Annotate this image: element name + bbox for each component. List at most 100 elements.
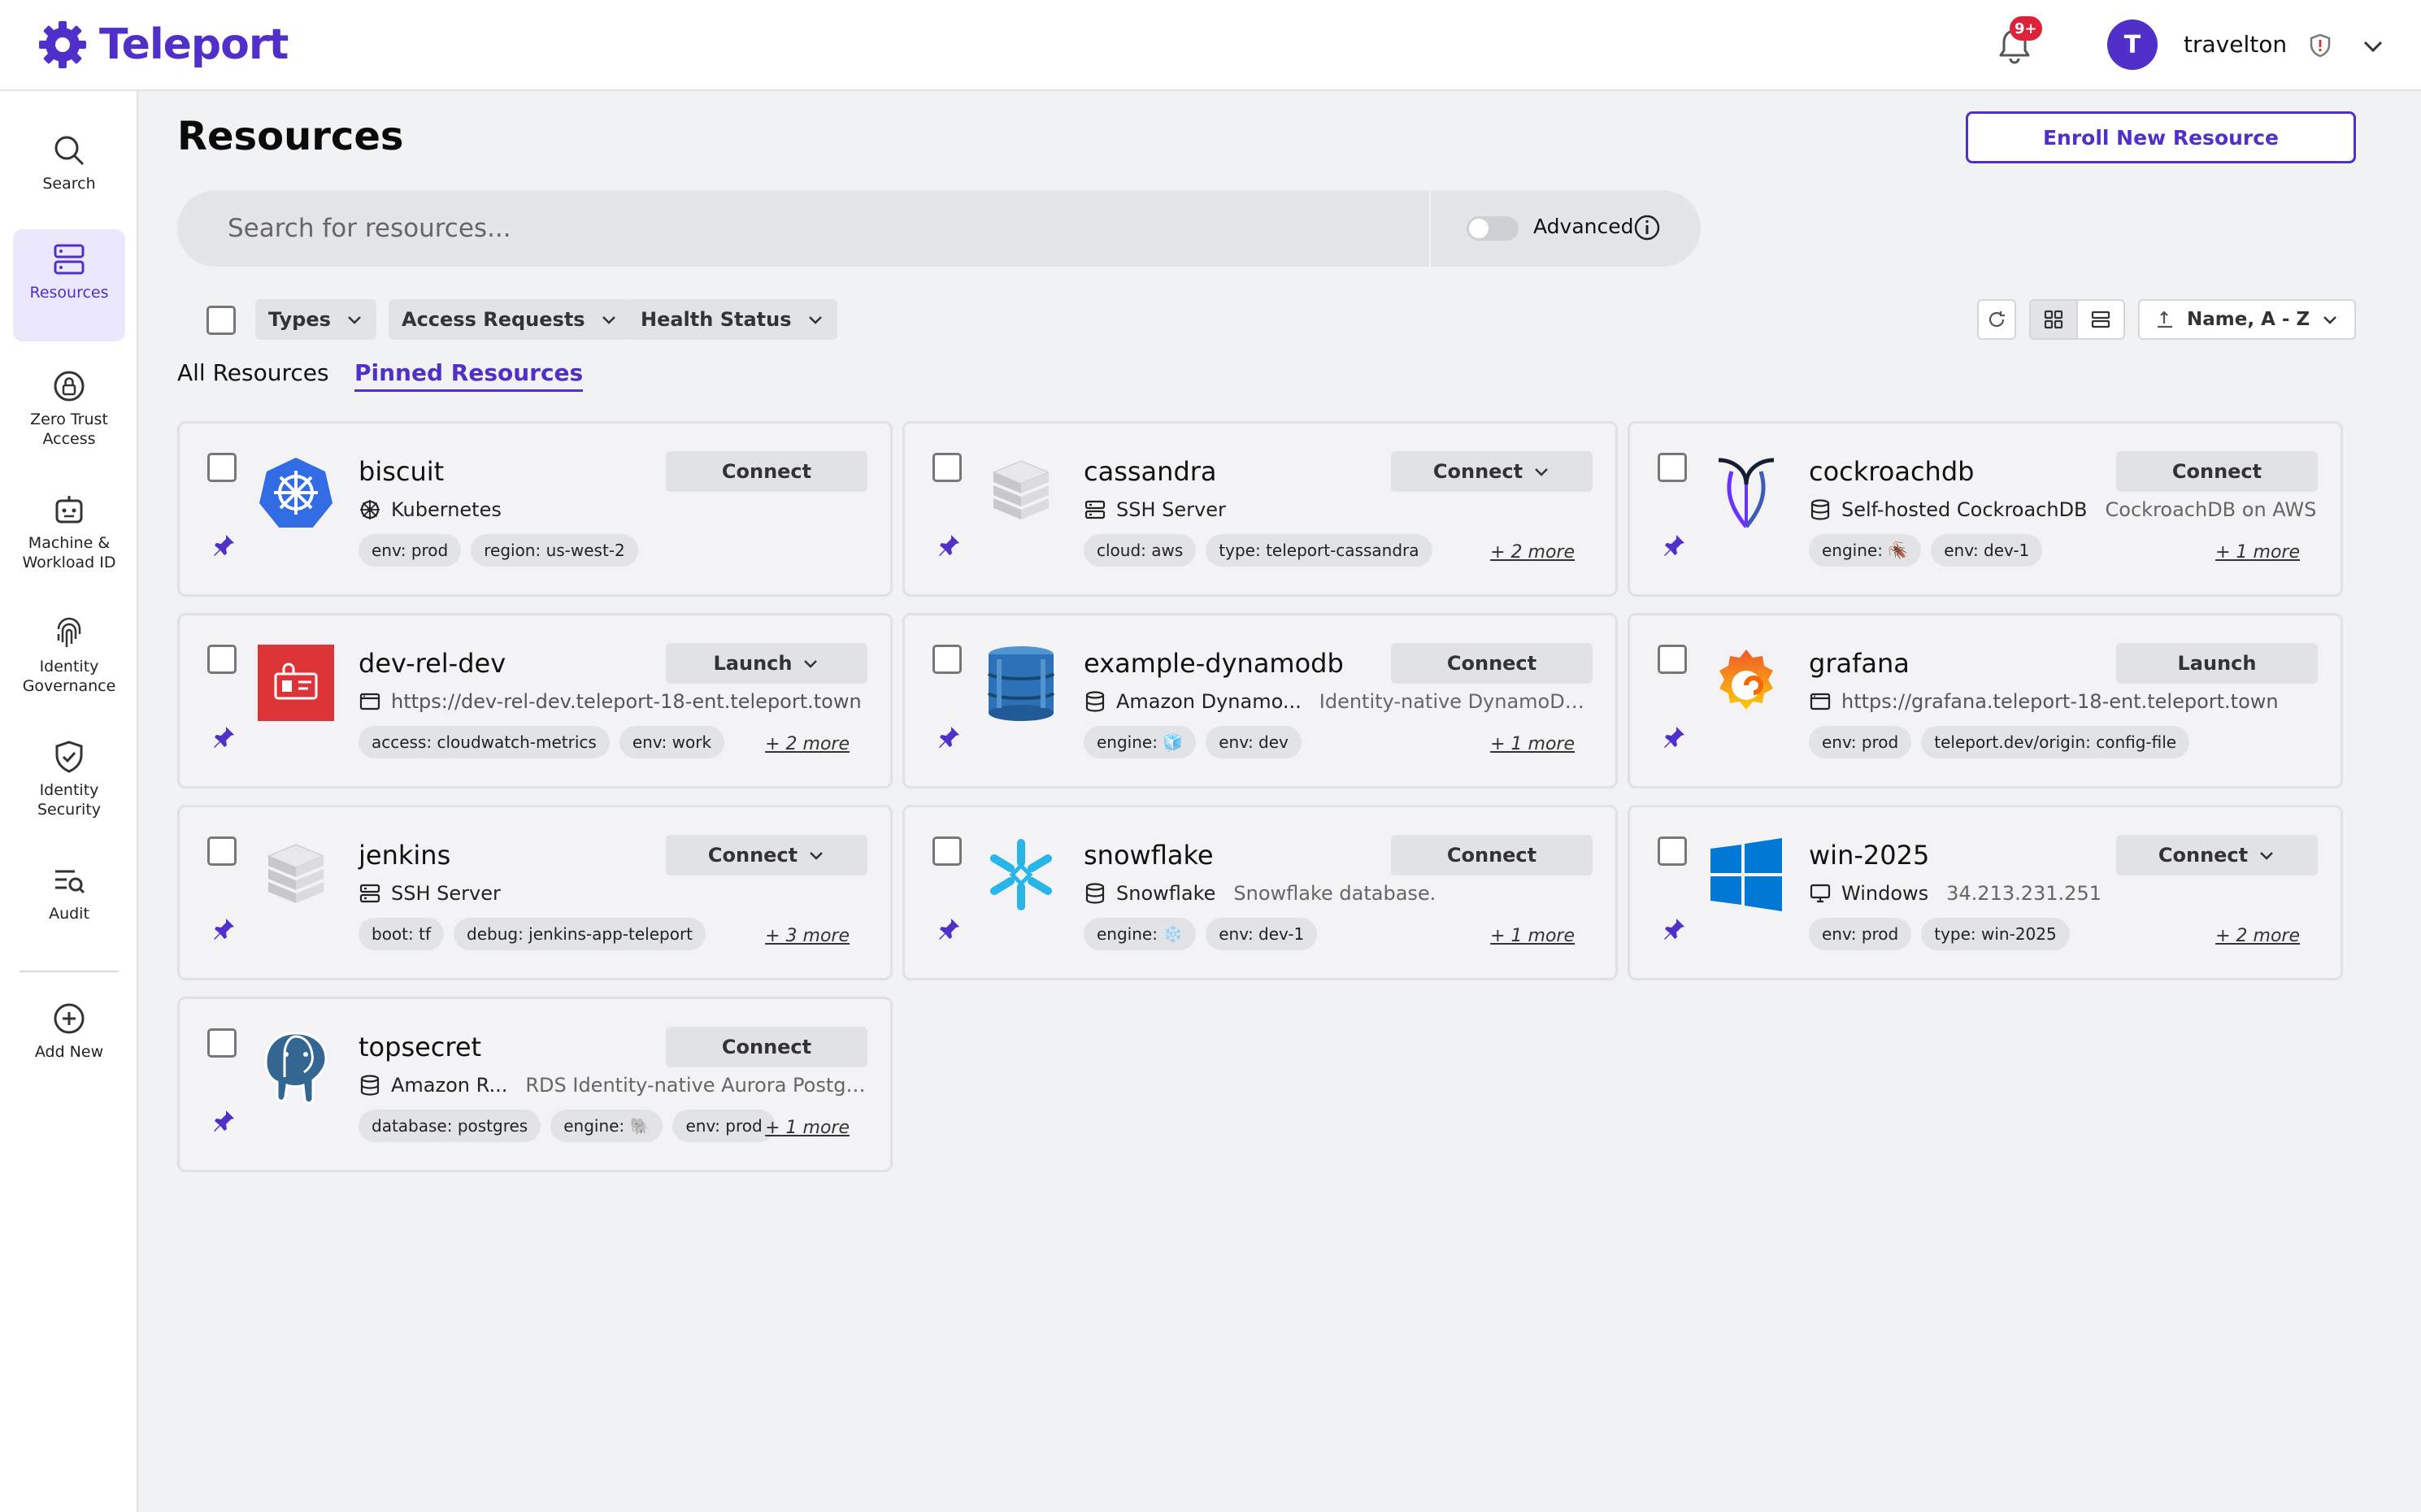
- card-view-button[interactable]: [2029, 299, 2078, 340]
- resource-label[interactable]: env: prod: [672, 1110, 776, 1142]
- connect-button[interactable]: Connect: [2116, 835, 2318, 875]
- more-labels-link[interactable]: + 3 more: [765, 926, 850, 946]
- resource-label[interactable]: env: dev: [1206, 726, 1302, 758]
- resource-checkbox[interactable]: [1658, 453, 1687, 482]
- resource-label[interactable]: engine: 🪳: [1809, 534, 1922, 567]
- resource-labels: engine: 🧊 env: dev: [1084, 726, 1302, 758]
- connect-button[interactable]: Connect: [666, 1027, 867, 1067]
- resource-checkbox[interactable]: [207, 453, 237, 482]
- action-label: Connect: [1446, 652, 1537, 675]
- resource-checkbox[interactable]: [207, 1028, 237, 1058]
- launch-button[interactable]: Launch: [666, 643, 867, 684]
- resource-label[interactable]: database: postgres: [359, 1110, 541, 1142]
- more-labels-link[interactable]: + 2 more: [1490, 542, 1575, 563]
- resource-label[interactable]: engine: 🐘: [550, 1110, 663, 1142]
- advanced-toggle[interactable]: [1467, 216, 1519, 241]
- dynamodb-logo-icon: [987, 646, 1055, 721]
- resource-label[interactable]: boot: tf: [359, 918, 444, 950]
- launch-button[interactable]: Launch: [2116, 643, 2318, 684]
- pin-icon[interactable]: [1661, 724, 1687, 750]
- sidebar-item-identity-governance[interactable]: Identity Governance: [13, 603, 125, 707]
- resource-label[interactable]: engine: ❄️: [1084, 918, 1197, 950]
- search-divider: [1429, 190, 1431, 267]
- resource-label[interactable]: type: teleport-cassandra: [1206, 534, 1432, 567]
- pin-icon[interactable]: [1661, 916, 1687, 942]
- more-labels-link[interactable]: + 2 more: [765, 734, 850, 754]
- more-labels-link[interactable]: + 1 more: [765, 1118, 850, 1138]
- pin-icon[interactable]: [936, 532, 962, 558]
- pin-icon[interactable]: [211, 1108, 237, 1134]
- pin-icon[interactable]: [1661, 532, 1687, 558]
- more-labels-link[interactable]: + 1 more: [1490, 926, 1575, 946]
- pin-icon[interactable]: [211, 916, 237, 942]
- resource-checkbox[interactable]: [932, 836, 962, 866]
- sidebar-item-zero-trust-access[interactable]: Zero Trust Access: [13, 356, 125, 460]
- chevron-down-icon[interactable]: [2361, 34, 2385, 59]
- resource-label[interactable]: env: work: [619, 726, 725, 758]
- resource-label[interactable]: region: us-west-2: [471, 534, 638, 567]
- resource-labels: env: prod type: win-2025: [1809, 918, 2070, 950]
- sidebar-item-add-new[interactable]: Add New: [13, 988, 125, 1073]
- sidebar-item-resources[interactable]: Resources: [13, 229, 125, 341]
- resource-name: dev-rel-dev: [359, 648, 506, 679]
- pin-icon[interactable]: [936, 916, 962, 942]
- info-icon[interactable]: [1632, 213, 1662, 242]
- resource-checkbox[interactable]: [932, 453, 962, 482]
- username[interactable]: travelton: [2184, 31, 2287, 58]
- resource-label[interactable]: engine: 🧊: [1084, 726, 1197, 758]
- sidebar-item-machine-workload-id[interactable]: Machine & Workload ID: [13, 480, 125, 584]
- resource-checkbox[interactable]: [207, 645, 237, 674]
- connect-button[interactable]: Connect: [666, 451, 867, 492]
- sort-dropdown[interactable]: Name, A - Z: [2138, 299, 2356, 340]
- connect-button[interactable]: Connect: [666, 835, 867, 875]
- resource-description: 34.213.231.251: [1946, 882, 2102, 905]
- sidebar-item-search[interactable]: Search: [13, 120, 125, 205]
- resource-checkbox[interactable]: [207, 836, 237, 866]
- resource-label[interactable]: access: cloudwatch-metrics: [359, 726, 610, 758]
- refresh-button[interactable]: [1977, 299, 2016, 340]
- enroll-new-resource-button[interactable]: Enroll New Resource: [1966, 111, 2356, 163]
- more-labels-link[interactable]: + 1 more: [1490, 734, 1575, 754]
- pin-icon[interactable]: [936, 724, 962, 750]
- resource-checkbox[interactable]: [932, 645, 962, 674]
- resource-card: win-2025 Connect Windows 34.213.231.251 env:…: [1628, 805, 2343, 980]
- resource-label[interactable]: cloud: aws: [1084, 534, 1197, 567]
- resource-name: topsecret: [359, 1032, 482, 1062]
- pin-icon[interactable]: [211, 532, 237, 558]
- more-labels-link[interactable]: + 1 more: [2215, 542, 2300, 563]
- brand-name: Teleport: [99, 20, 289, 69]
- resource-label[interactable]: debug: jenkins-app-teleport: [454, 918, 706, 950]
- connect-button[interactable]: Connect: [1391, 643, 1593, 684]
- snowflake-logo-icon: [990, 839, 1052, 910]
- resource-label[interactable]: env: prod: [1809, 726, 1912, 758]
- resource-label[interactable]: env: prod: [359, 534, 462, 567]
- resource-label[interactable]: env: prod: [1809, 918, 1912, 950]
- resource-label[interactable]: env: dev-1: [1206, 918, 1318, 950]
- resource-checkbox[interactable]: [1658, 836, 1687, 866]
- connect-button[interactable]: Connect: [1391, 835, 1593, 875]
- resource-logo: [1708, 836, 1784, 913]
- pin-icon[interactable]: [211, 724, 237, 750]
- sidebar-item-audit[interactable]: Audit: [13, 850, 125, 935]
- access-requests-filter[interactable]: Access Requests: [389, 299, 631, 340]
- select-all-checkbox[interactable]: [206, 306, 236, 335]
- avatar[interactable]: T: [2107, 20, 2158, 70]
- health-status-filter[interactable]: Health Status: [628, 299, 837, 340]
- resource-meta: https://dev-rel-dev.teleport-18-ent.tele…: [359, 690, 862, 713]
- search-input[interactable]: [228, 190, 1593, 267]
- more-labels-link[interactable]: + 2 more: [2215, 926, 2300, 946]
- resource-label[interactable]: teleport.dev/origin: config-file: [1921, 726, 2190, 758]
- tab-pinned-resources[interactable]: Pinned Resources: [354, 359, 584, 392]
- connect-button[interactable]: Connect: [1391, 451, 1593, 492]
- resource-checkbox[interactable]: [1658, 645, 1687, 674]
- types-filter[interactable]: Types: [255, 299, 376, 340]
- resource-meta: Amazon Dynamo... Identity-native DynamoDB…: [1084, 690, 1596, 713]
- teleport-logo[interactable]: Teleport: [37, 18, 289, 72]
- sidebar-item-identity-security[interactable]: Identity Security: [13, 727, 125, 831]
- tab-all-resources[interactable]: All Resources: [177, 359, 329, 386]
- resource-label[interactable]: type: win-2025: [1921, 918, 2070, 950]
- list-icon: [2091, 311, 2110, 328]
- resource-label[interactable]: env: dev-1: [1931, 534, 2043, 567]
- list-view-button[interactable]: [2076, 299, 2125, 340]
- connect-button[interactable]: Connect: [2116, 451, 2318, 492]
